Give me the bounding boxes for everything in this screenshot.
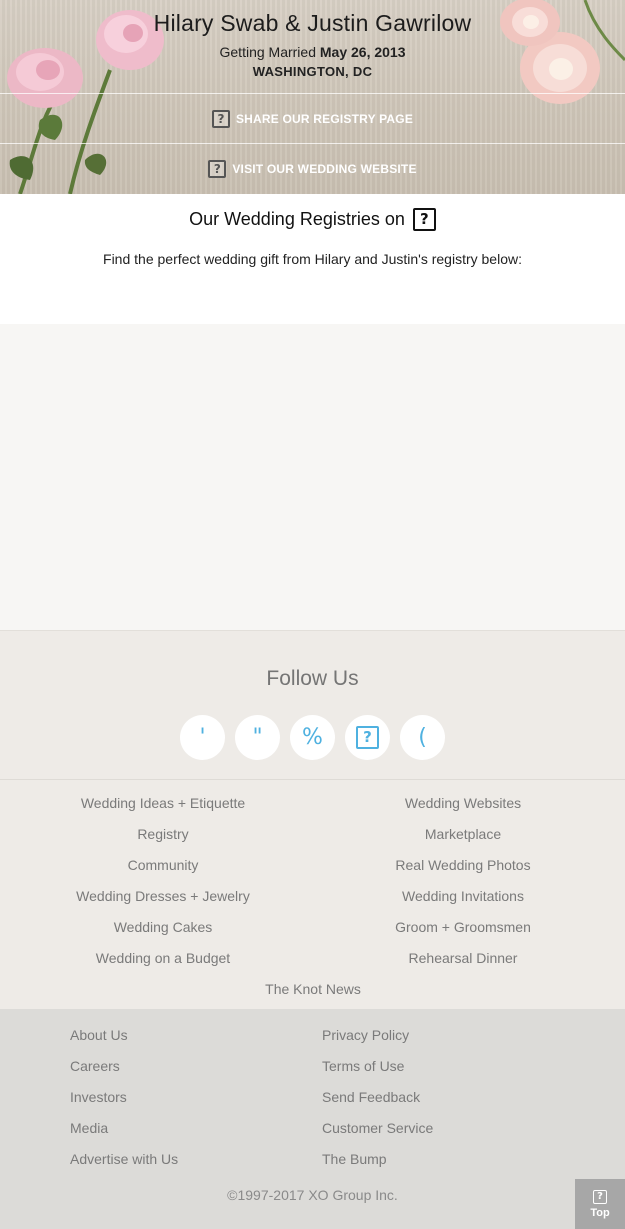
follow-us-title: Follow Us (266, 667, 359, 690)
footer-the-bump[interactable]: The Bump (322, 1151, 387, 1167)
website-icon: ? (208, 159, 227, 178)
link-groom-groomsmen[interactable]: Groom + Groomsmen (395, 919, 531, 935)
footer-advertise[interactable]: Advertise with Us (70, 1151, 178, 1167)
footer-terms-of-use[interactable]: Terms of Use (322, 1058, 404, 1074)
visit-website-label: VISIT OUR WEDDING WEBSITE (232, 161, 417, 176)
link-registry[interactable]: Registry (137, 826, 188, 842)
the-knot-logo-icon: ? (412, 207, 436, 231)
facebook-icon[interactable]: ' (180, 715, 225, 760)
link-real-wedding-photos[interactable]: Real Wedding Photos (395, 857, 530, 873)
footer: About Us Careers Investors Media Adverti… (0, 1009, 625, 1229)
getting-married-label: Getting Married (219, 44, 316, 60)
footer-customer-service[interactable]: Customer Service (322, 1120, 433, 1136)
link-marketplace[interactable]: Marketplace (425, 826, 501, 842)
wedding-date: May 26, 2013 (319, 44, 406, 60)
footer-investors[interactable]: Investors (70, 1089, 127, 1105)
registries-panel (0, 324, 625, 630)
link-wedding-budget[interactable]: Wedding on a Budget (96, 950, 230, 966)
share-registry-button[interactable]: ? SHARE OUR REGISTRY PAGE (0, 93, 625, 143)
footer-send-feedback[interactable]: Send Feedback (322, 1089, 420, 1105)
footer-media[interactable]: Media (70, 1120, 108, 1136)
instagram-icon: ? (356, 726, 379, 749)
footer-about-us[interactable]: About Us (70, 1027, 128, 1043)
wedding-location: WASHINGTON, DC (252, 64, 373, 79)
instagram-button[interactable]: ? (345, 715, 390, 760)
link-wedding-cakes[interactable]: Wedding Cakes (114, 919, 213, 935)
footer-careers[interactable]: Careers (70, 1058, 120, 1074)
visit-website-button[interactable]: ? VISIT OUR WEDDING WEBSITE (0, 143, 625, 193)
registries-description: Find the perfect wedding gift from Hilar… (103, 251, 522, 267)
link-knot-news[interactable]: The Knot News (265, 981, 361, 997)
follow-us-section: Follow Us ' " % ? ( (0, 630, 625, 780)
pinterest-icon[interactable]: % (290, 715, 335, 760)
twitter-icon[interactable]: " (235, 715, 280, 760)
registries-heading: Our Wedding Registries on ? (0, 206, 625, 232)
link-community[interactable]: Community (128, 857, 199, 873)
wedding-date-line: Getting Married May 26, 2013 (0, 44, 625, 60)
copyright: ©1997-2017 XO Group Inc. (227, 1187, 398, 1203)
registries-heading-text: Our Wedding Registries on (189, 208, 405, 229)
link-wedding-invitations[interactable]: Wedding Invitations (402, 888, 524, 904)
link-wedding-ideas[interactable]: Wedding Ideas + Etiquette (81, 795, 245, 811)
site-links: Wedding Ideas + Etiquette Registry Commu… (0, 779, 625, 1009)
footer-privacy-policy[interactable]: Privacy Policy (322, 1027, 409, 1043)
top-label: Top (590, 1206, 610, 1219)
link-rehearsal-dinner[interactable]: Rehearsal Dinner (409, 950, 518, 966)
link-wedding-dresses[interactable]: Wedding Dresses + Jewelry (76, 888, 250, 904)
hero-banner: Hilary Swab & Justin Gawrilow Getting Ma… (0, 0, 625, 194)
share-icon: ? (211, 109, 230, 128)
top-arrow-icon: ? (593, 1189, 607, 1204)
share-registry-label: SHARE OUR REGISTRY PAGE (235, 111, 414, 126)
youtube-icon[interactable]: ( (400, 715, 445, 760)
link-wedding-websites[interactable]: Wedding Websites (405, 795, 521, 811)
back-to-top-button[interactable]: ? Top (575, 1179, 625, 1229)
couple-names: Hilary Swab & Justin Gawrilow (153, 10, 472, 36)
